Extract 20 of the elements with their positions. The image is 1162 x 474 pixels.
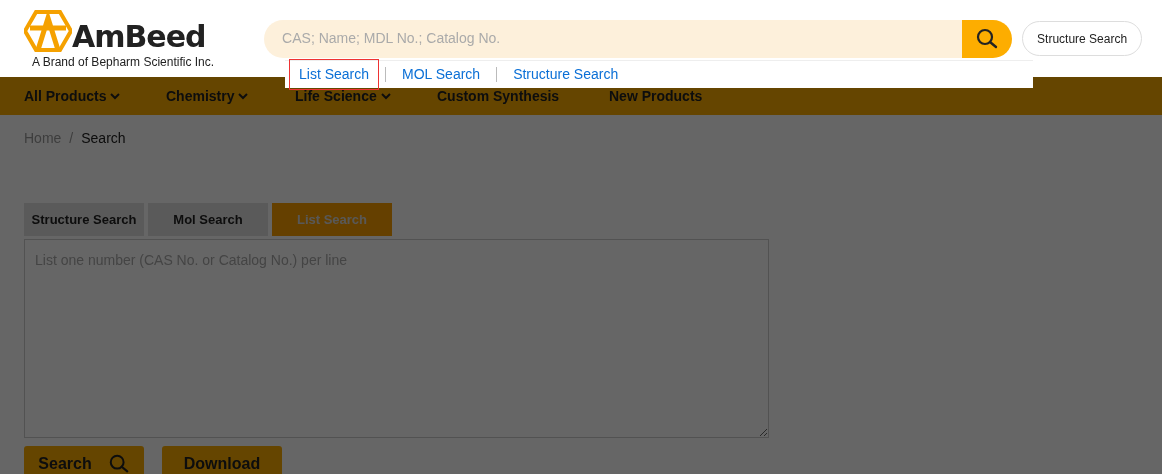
search-icon (107, 452, 130, 474)
nav-menu-item[interactable]: All Products (24, 85, 166, 107)
search-button[interactable]: Search (24, 446, 144, 474)
breadcrumb-current: Search (81, 129, 126, 148)
chevron-down-icon (380, 92, 391, 100)
tab[interactable]: Structure Search (24, 203, 144, 236)
chevron-down-icon (238, 92, 249, 100)
breadcrumb-separator: / (69, 129, 74, 148)
tab[interactable]: Mol Search (148, 203, 268, 236)
search-icon (975, 26, 1000, 51)
logo-name: AmBeed (72, 21, 206, 52)
download-button[interactable]: Download (162, 446, 282, 474)
tab[interactable]: List Search (272, 203, 392, 236)
chevron-down-icon (110, 92, 121, 100)
logo-tagline: A Brand of Bepharm Scientific Inc. (32, 55, 215, 68)
logo-icon (24, 9, 72, 52)
search-button[interactable] (962, 19, 1013, 58)
search-field[interactable]: CAS; Name; MDL No.; Catalog No. (264, 19, 963, 58)
structure-search-button[interactable]: Structure Search (1022, 21, 1143, 56)
search-mode-link[interactable]: List Search (289, 59, 380, 90)
